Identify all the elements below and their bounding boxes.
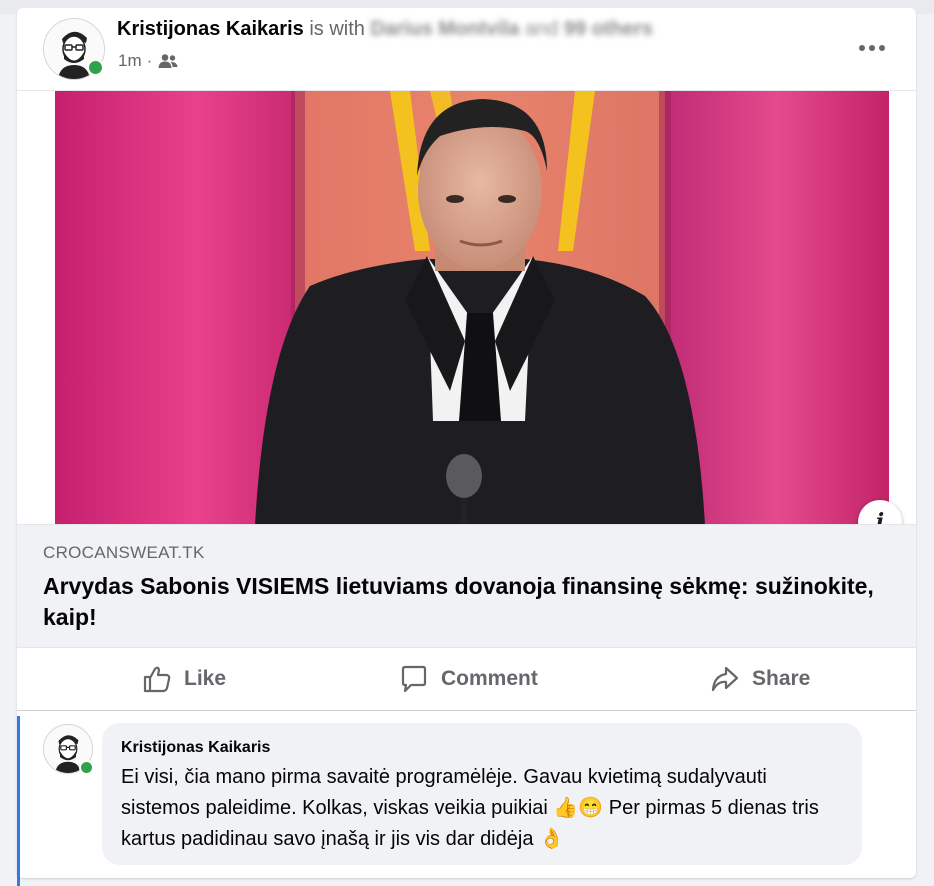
meta-separator: · xyxy=(146,51,153,70)
link-domain: CROCANSWEAT.TK xyxy=(43,543,205,562)
comment-highlight-bar xyxy=(17,716,20,886)
post-author-line: Kristijonas Kaikaris is with Darius Mont… xyxy=(117,18,653,41)
online-status-dot xyxy=(79,760,94,775)
share-button[interactable]: Share xyxy=(710,656,810,702)
author-name[interactable]: Kristijonas Kaikaris xyxy=(117,18,304,40)
thumbs-up-icon xyxy=(143,666,171,693)
post-header: Kristijonas Kaikaris is with Darius Mont… xyxy=(17,8,916,90)
speaker-photo-illustration xyxy=(55,91,889,525)
dot xyxy=(869,45,875,51)
link-preview-image[interactable] xyxy=(17,90,916,525)
comment-label: Comment xyxy=(441,667,538,690)
and-text: and xyxy=(524,18,559,40)
like-button[interactable]: Like xyxy=(142,656,226,702)
comment-section: Kristijonas Kaikaris Ei visi, čia mano p… xyxy=(17,708,916,886)
tagged-person[interactable]: Darius Montvila xyxy=(370,18,519,40)
link-preview-box[interactable]: CROCANSWEAT.TK Arvydas Sabonis VISIEMS l… xyxy=(17,524,916,648)
friends-icon[interactable] xyxy=(158,53,178,69)
dot xyxy=(859,45,865,51)
post-time[interactable]: 1m xyxy=(118,51,142,71)
post-meta: 1m · xyxy=(118,51,178,71)
link-title[interactable]: Arvydas Sabonis VISIEMS lietuviams dovan… xyxy=(43,571,883,633)
with-text: is with xyxy=(309,18,365,40)
comment-text: Ei visi, čia mano pirma savaitė programė… xyxy=(121,766,819,850)
post-action-bar: Like Comment Share xyxy=(17,648,916,711)
comment-bubble: Kristijonas Kaikaris Ei visi, čia mano p… xyxy=(102,723,862,865)
online-status-dot xyxy=(87,59,104,76)
share-icon xyxy=(711,666,739,692)
comment-button[interactable]: Comment xyxy=(399,656,538,702)
tagged-others[interactable]: 99 others xyxy=(564,18,653,40)
preview-photo xyxy=(55,91,889,525)
more-horizontal-icon[interactable] xyxy=(859,41,889,55)
dot xyxy=(879,45,885,51)
post-card: Kristijonas Kaikaris is with Darius Mont… xyxy=(17,8,916,886)
comment-author[interactable]: Kristijonas Kaikaris xyxy=(121,739,270,757)
share-label: Share xyxy=(752,667,811,690)
comment-icon xyxy=(401,665,427,693)
like-label: Like xyxy=(184,667,227,690)
